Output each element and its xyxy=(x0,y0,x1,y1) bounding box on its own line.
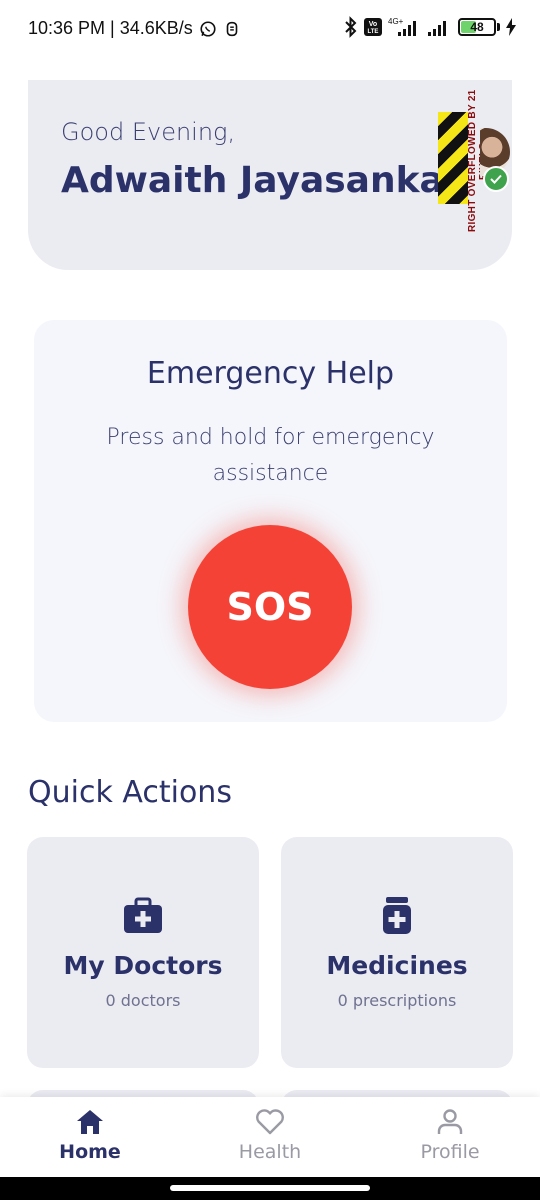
battery-level: 48 xyxy=(470,20,484,34)
check-icon xyxy=(490,174,502,184)
nav-health[interactable]: Health xyxy=(180,1097,360,1177)
battery-icon: 48 xyxy=(458,18,500,36)
emergency-card: Emergency Help Press and hold for emerge… xyxy=(34,320,507,722)
gesture-bar-area xyxy=(0,1177,540,1200)
sos-button[interactable]: SOS xyxy=(188,525,352,689)
status-bar: 10:36 PM | 34.6KB/s Vo LTE 4G+ 48 xyxy=(0,0,540,58)
bluetooth-icon xyxy=(345,16,357,38)
my-doctors-count: 0 doctors xyxy=(105,991,181,1010)
signal-icon xyxy=(428,21,446,36)
nav-home[interactable]: Home xyxy=(0,1097,180,1177)
quick-actions-title: Quick Actions xyxy=(28,775,232,810)
status-right: Vo LTE 4G+ 48 xyxy=(344,16,516,38)
my-doctors-label: My Doctors xyxy=(63,951,223,980)
nav-home-label: Home xyxy=(59,1141,121,1163)
pill-bottle-icon xyxy=(383,897,411,934)
person-icon xyxy=(437,1109,463,1134)
nav-profile[interactable]: Profile xyxy=(360,1097,540,1177)
svg-text:LTE: LTE xyxy=(368,29,379,35)
greeting-card: Good Evening, Adwaith Jayasankar RIGHT O… xyxy=(28,80,512,270)
heart-icon xyxy=(256,1109,284,1135)
verified-badge xyxy=(483,166,509,192)
overflow-warning-stripe xyxy=(438,112,468,204)
my-doctors-card[interactable]: My Doctors 0 doctors xyxy=(27,837,259,1068)
status-left: 10:36 PM | 34.6KB/s xyxy=(28,18,241,39)
signal-4g-icon: 4G+ xyxy=(388,17,416,36)
volte-icon: Vo LTE xyxy=(364,18,382,36)
medicines-count: 0 prescriptions xyxy=(337,991,457,1010)
medical-bag-icon xyxy=(124,897,162,933)
medicines-label: Medicines xyxy=(326,951,468,980)
notification-icon xyxy=(226,21,238,36)
emergency-subtitle: Press and hold for emergency assistance xyxy=(106,425,435,486)
gesture-handle[interactable] xyxy=(170,1185,370,1191)
medicines-card[interactable]: Medicines 0 prescriptions xyxy=(281,837,513,1068)
home-icon xyxy=(77,1110,103,1134)
nav-profile-label: Profile xyxy=(420,1141,480,1163)
greeting-salutation: Good Evening, xyxy=(61,118,236,146)
svg-text:Vo: Vo xyxy=(369,21,377,28)
user-name: Adwaith Jayasankar xyxy=(61,160,443,201)
nav-health-label: Health xyxy=(238,1141,302,1163)
svg-text:4G+: 4G+ xyxy=(388,17,404,26)
emergency-title: Emergency Help xyxy=(146,356,395,391)
status-time-speed: 10:36 PM | 34.6KB/s xyxy=(28,18,193,38)
charging-icon xyxy=(506,18,516,36)
bottom-nav: Home Health Profile xyxy=(0,1097,540,1177)
whatsapp-icon xyxy=(200,20,216,37)
